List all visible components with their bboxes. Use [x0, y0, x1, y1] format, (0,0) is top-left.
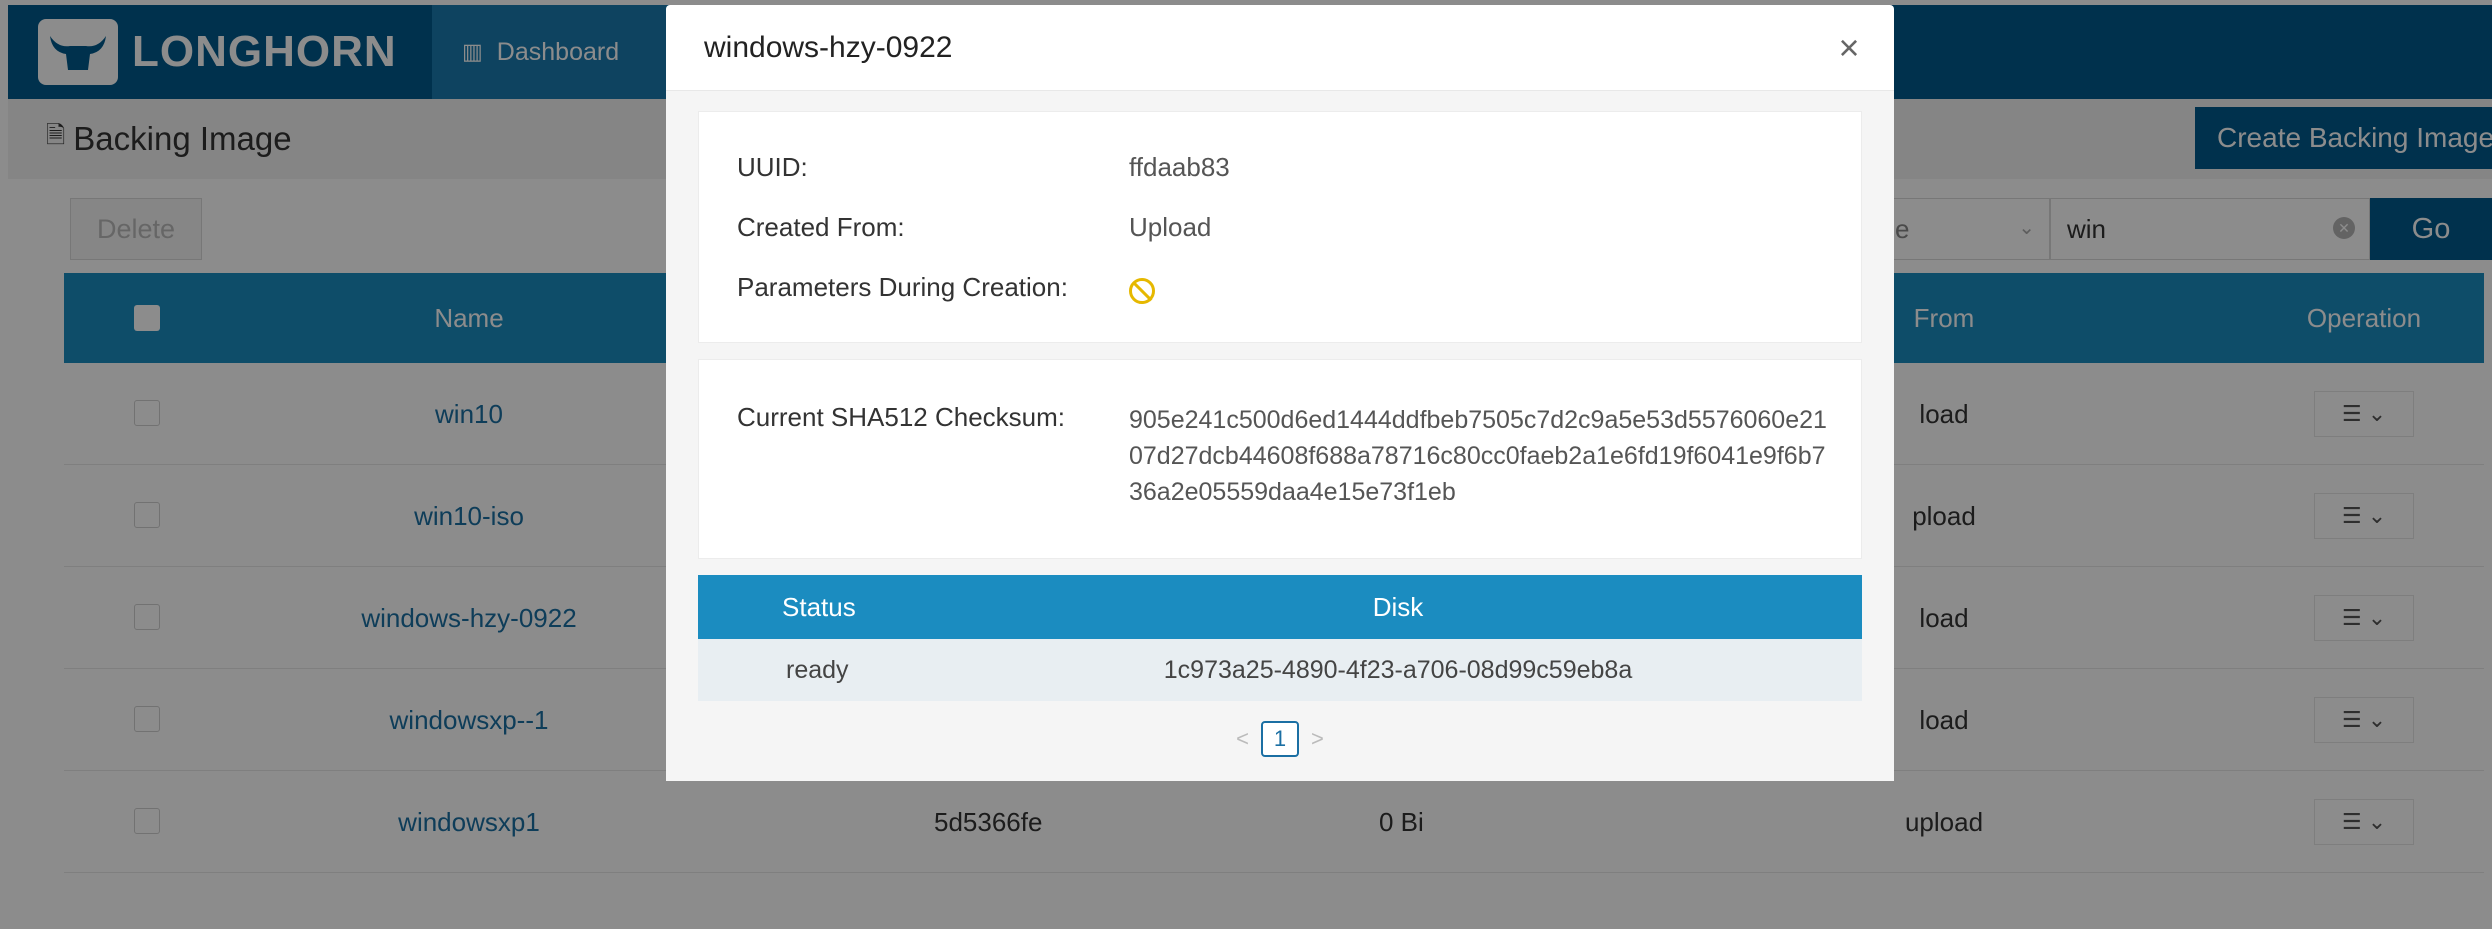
- modal-body: UUID: ffdaab83 Created From: Upload Para…: [666, 91, 1894, 781]
- table-row: ready 1c973a25-4890-4f23-a706-08d99c59eb…: [698, 639, 1862, 701]
- chevron-left-icon[interactable]: <: [1236, 726, 1249, 752]
- uuid-label: UUID:: [737, 152, 808, 182]
- column-header-disk: Disk: [1372, 591, 1424, 622]
- checksum-label: Current SHA512 Checksum:: [737, 402, 1066, 432]
- chevron-right-icon[interactable]: >: [1311, 726, 1324, 752]
- backing-image-detail-modal: windows-hzy-0922 × UUID: ffdaab83 Create…: [666, 5, 1894, 781]
- checksum-card: Current SHA512 Checksum: 905e241c500d6ed…: [698, 359, 1862, 559]
- disk-status: ready: [786, 655, 849, 684]
- uuid-value: ffdaab83: [1129, 152, 1230, 182]
- modal-title: windows-hzy-0922: [704, 31, 953, 64]
- disk-table-header: Status Disk: [698, 575, 1862, 639]
- checksum-value: 905e241c500d6ed1444ddfbeb7505c7d2c9a5e53…: [1129, 406, 1827, 506]
- disk-id: 1c973a25-4890-4f23-a706-08d99c59eb8a: [1163, 655, 1633, 684]
- created-from-label: Created From:: [737, 212, 905, 242]
- page-number-button[interactable]: 1: [1261, 721, 1299, 757]
- params-label: Parameters During Creation:: [737, 272, 1068, 302]
- info-card: UUID: ffdaab83 Created From: Upload Para…: [698, 111, 1862, 343]
- column-header-status: Status: [782, 591, 856, 622]
- modal-header: windows-hzy-0922 ×: [666, 5, 1894, 91]
- pagination: < 1 >: [666, 719, 1894, 759]
- ban-icon: [1129, 278, 1155, 304]
- created-from-value: Upload: [1129, 212, 1212, 242]
- close-icon[interactable]: ×: [1834, 30, 1864, 66]
